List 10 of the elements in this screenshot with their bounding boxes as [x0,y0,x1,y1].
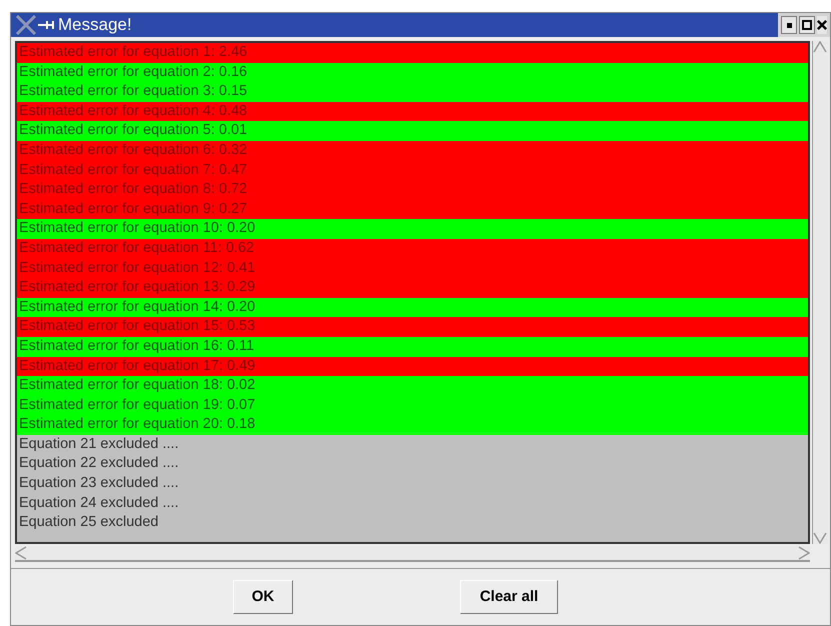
x-logo-icon [15,15,37,35]
clear-all-button[interactable]: Clear all [460,580,558,614]
pin-icon [38,20,54,30]
window-title: Message! [58,14,132,36]
minimize-button[interactable] [781,16,797,34]
maximize-button[interactable] [799,16,815,34]
close-button[interactable] [817,16,827,34]
ok-button[interactable]: OK [233,580,293,614]
horizontal-scrollbar[interactable] [15,546,810,562]
vertical-scrollbar[interactable] [812,41,828,544]
